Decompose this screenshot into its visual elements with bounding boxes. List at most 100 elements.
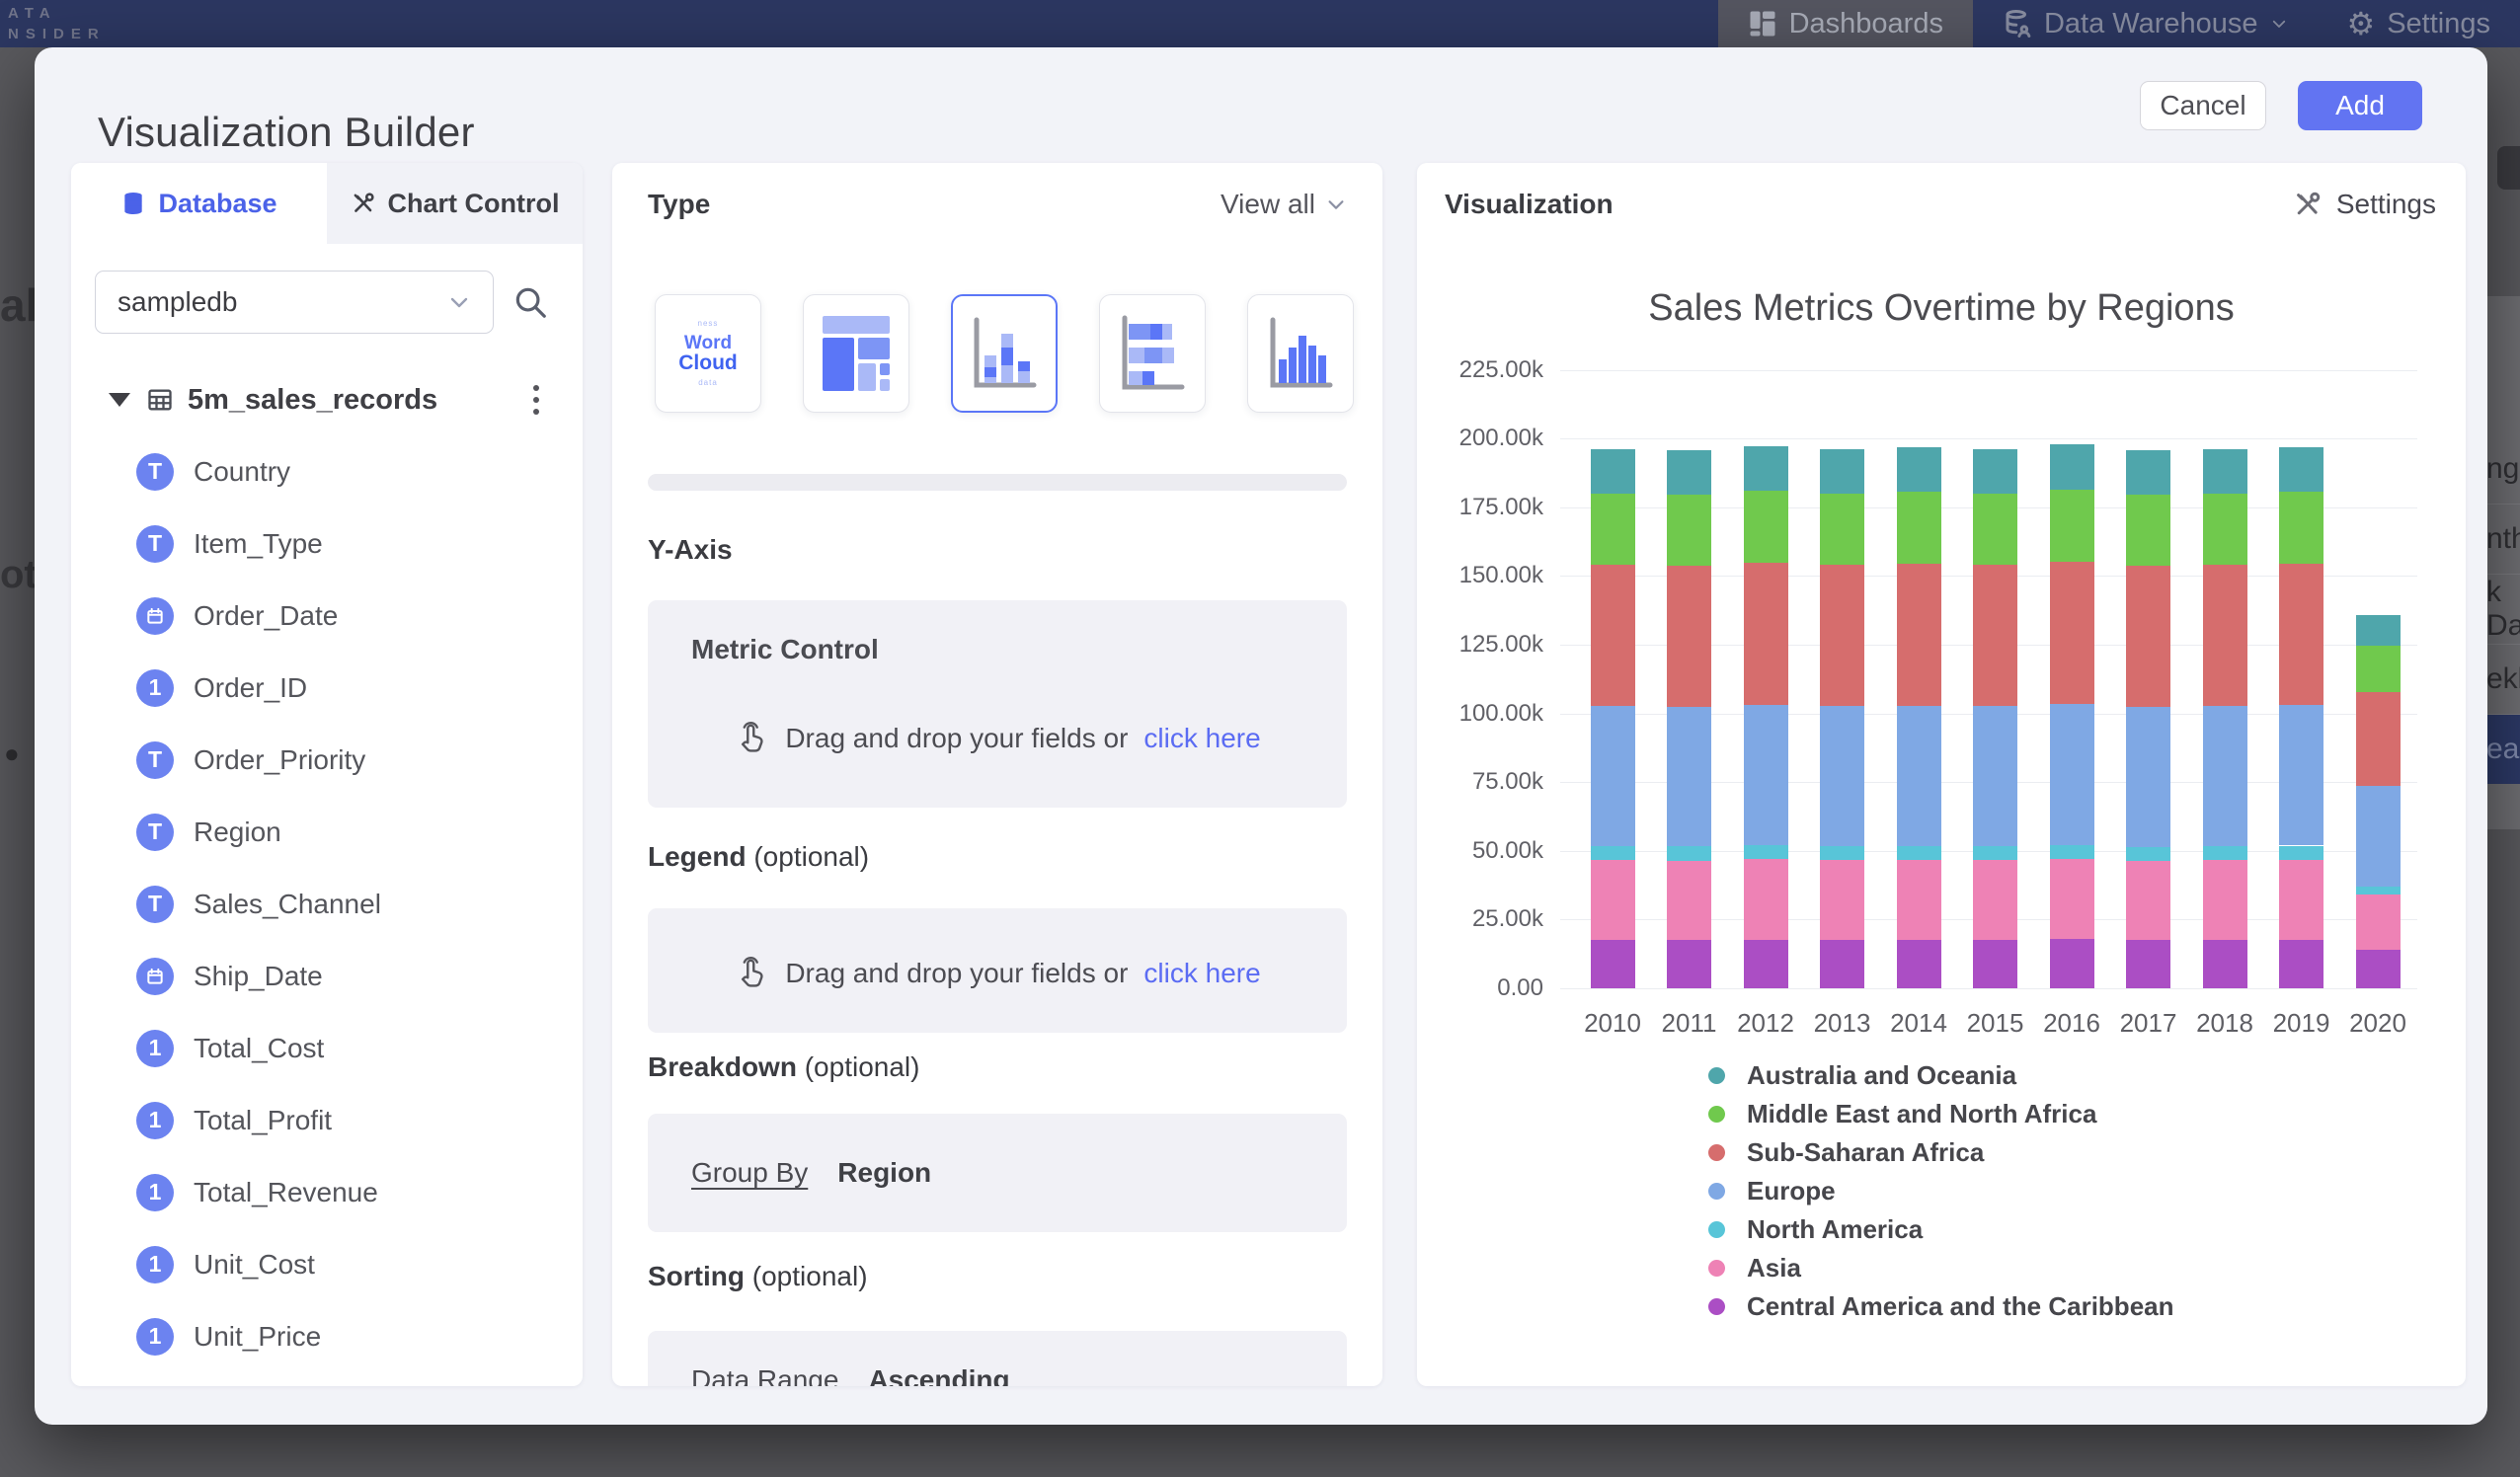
legend-label: Australia and Oceania bbox=[1747, 1060, 2016, 1091]
field-Total_Revenue[interactable]: 1 Total_Revenue bbox=[71, 1156, 583, 1228]
field-Sales_Channel[interactable]: T Sales_Channel bbox=[71, 868, 583, 940]
bar-segment bbox=[1744, 940, 1788, 988]
bar-segment bbox=[2356, 786, 2401, 887]
type-treemap[interactable] bbox=[803, 294, 909, 413]
breakdown-zone: Group By Region bbox=[648, 1114, 1347, 1232]
tab-database[interactable]: Database bbox=[71, 163, 327, 244]
click-here-link[interactable]: click here bbox=[1143, 958, 1260, 989]
legend-item[interactable]: Europe bbox=[1708, 1172, 2174, 1210]
bar-segment bbox=[2356, 887, 2401, 894]
bar-segment bbox=[1667, 707, 1711, 846]
x-tick-label: 2013 bbox=[1803, 1008, 1882, 1039]
sort-row[interactable]: Data Range Ascending bbox=[691, 1331, 1010, 1386]
chart-type-picker: ness Word Cloud data bbox=[655, 294, 1354, 413]
click-here-link[interactable]: click here bbox=[1143, 723, 1260, 754]
chevron-down-icon bbox=[2270, 15, 2288, 33]
type-word-cloud[interactable]: ness Word Cloud data bbox=[655, 294, 761, 413]
field-label: Country bbox=[194, 456, 290, 488]
type-row-scrollbar[interactable] bbox=[648, 474, 1347, 491]
field-Unit_Price[interactable]: 1 Unit_Price bbox=[71, 1300, 583, 1372]
field-Total_Profit[interactable]: 1 Total_Profit bbox=[71, 1084, 583, 1156]
text-field-icon: T bbox=[136, 525, 174, 563]
gear-icon: ⚙ bbox=[2347, 5, 2376, 42]
treemap-icon bbox=[821, 312, 892, 395]
database-select[interactable]: sampledb bbox=[95, 271, 494, 334]
x-tick-label: 2010 bbox=[1573, 1008, 1652, 1039]
field-Country[interactable]: T Country bbox=[71, 435, 583, 507]
modal-title: Visualization Builder bbox=[98, 109, 475, 156]
tools-icon bbox=[2293, 190, 2323, 219]
chevron-down-icon bbox=[447, 290, 471, 314]
bar-segment bbox=[2203, 449, 2247, 494]
table-tree-row[interactable]: 5m_sales_records bbox=[95, 376, 559, 424]
bar-segment bbox=[2356, 692, 2401, 786]
nav-dashboards[interactable]: Dashboards bbox=[1718, 0, 1973, 47]
group-by-label[interactable]: Group By bbox=[691, 1157, 808, 1189]
legend-label: North America bbox=[1747, 1214, 1923, 1245]
visualization-builder-modal: Visualization Builder Cancel Add Databas… bbox=[35, 47, 2487, 1425]
nav-data-warehouse[interactable]: Data Warehouse bbox=[1973, 0, 2318, 47]
word-cloud-tiny-word: data bbox=[678, 373, 737, 393]
x-tick-label: 2016 bbox=[2032, 1008, 2111, 1039]
text-field-icon: T bbox=[136, 814, 174, 851]
group-by-row[interactable]: Group By Region bbox=[691, 1114, 931, 1232]
bar-segment bbox=[1973, 860, 2017, 940]
legend-item[interactable]: Central America and the Caribbean bbox=[1708, 1287, 2174, 1326]
field-Total_Cost[interactable]: 1 Total_Cost bbox=[71, 1012, 583, 1084]
number-field-icon: 1 bbox=[136, 1030, 174, 1067]
logo-line1: ATA bbox=[8, 3, 106, 24]
bar-segment bbox=[2126, 450, 2170, 495]
legend-item[interactable]: Middle East and North Africa bbox=[1708, 1095, 2174, 1133]
field-Unit_Cost[interactable]: 1 Unit_Cost bbox=[71, 1228, 583, 1300]
text-field-icon: T bbox=[136, 886, 174, 923]
bar-segment bbox=[2279, 447, 2323, 492]
number-field-icon: 1 bbox=[136, 669, 174, 707]
legend-label: Central America and the Caribbean bbox=[1747, 1291, 2174, 1322]
bar-segment bbox=[1897, 940, 1941, 988]
bar-segment bbox=[2279, 846, 2323, 860]
bar-segment bbox=[2356, 646, 2401, 692]
add-button[interactable]: Add bbox=[2298, 81, 2422, 130]
bar-segment bbox=[1667, 846, 1711, 860]
nav-items: Dashboards Data Warehouse ⚙ Settings bbox=[1718, 0, 2520, 47]
stacked-bar-icon bbox=[1117, 312, 1188, 395]
cancel-button[interactable]: Cancel bbox=[2140, 81, 2266, 130]
nav-settings[interactable]: ⚙ Settings bbox=[2318, 0, 2520, 47]
drop-hint-text: Drag and drop your fields or bbox=[785, 958, 1128, 989]
bar-segment bbox=[1820, 565, 1864, 706]
bar-segment bbox=[2050, 562, 2094, 704]
legend-item[interactable]: Australia and Oceania bbox=[1708, 1056, 2174, 1095]
table-menu-kebab-icon[interactable] bbox=[527, 379, 545, 421]
bar-segment bbox=[2126, 707, 2170, 847]
chart-settings-label: Settings bbox=[2336, 189, 2436, 220]
view-all-button[interactable]: View all bbox=[1221, 189, 1347, 220]
field-Region[interactable]: T Region bbox=[71, 796, 583, 868]
chart-settings-button[interactable]: Settings bbox=[2293, 189, 2436, 220]
metric-drop-zone[interactable]: Metric Control Drag and drop your fields… bbox=[648, 600, 1347, 808]
sort-field-label[interactable]: Data Range bbox=[691, 1364, 838, 1386]
caret-down-icon[interactable] bbox=[109, 393, 130, 407]
nav-dashboards-label: Dashboards bbox=[1789, 8, 1943, 40]
field-Order_Priority[interactable]: T Order_Priority bbox=[71, 724, 583, 796]
field-Item_Type[interactable]: T Item_Type bbox=[71, 507, 583, 580]
visualization-panel: Visualization Settings Sales Metrics Ove… bbox=[1417, 163, 2466, 1386]
legend-item[interactable]: Sub-Saharan Africa bbox=[1708, 1133, 2174, 1172]
bar-segment bbox=[2279, 705, 2323, 845]
date-field-icon bbox=[136, 597, 174, 635]
type-stacked-bar[interactable] bbox=[1099, 294, 1206, 413]
field-Ship_Date[interactable]: Ship_Date bbox=[71, 940, 583, 1012]
field-Order_Date[interactable]: Order_Date bbox=[71, 580, 583, 652]
legend-dot-icon bbox=[1708, 1144, 1725, 1161]
type-stacked-column[interactable] bbox=[951, 294, 1058, 413]
legend-drop-zone[interactable]: Drag and drop your fields or click here bbox=[648, 908, 1347, 1033]
tab-chart-control[interactable]: Chart Control bbox=[327, 163, 583, 244]
legend-item[interactable]: Asia bbox=[1708, 1249, 2174, 1287]
bar-segment bbox=[1744, 563, 1788, 705]
legend-item[interactable]: North America bbox=[1708, 1210, 2174, 1249]
field-Order_ID[interactable]: 1 Order_ID bbox=[71, 652, 583, 724]
search-button[interactable] bbox=[512, 283, 549, 321]
type-column-chart[interactable] bbox=[1247, 294, 1354, 413]
y-tick-label: 50.00k bbox=[1427, 837, 1543, 865]
bar-segment bbox=[2279, 860, 2323, 940]
bar-segment bbox=[1591, 449, 1635, 494]
